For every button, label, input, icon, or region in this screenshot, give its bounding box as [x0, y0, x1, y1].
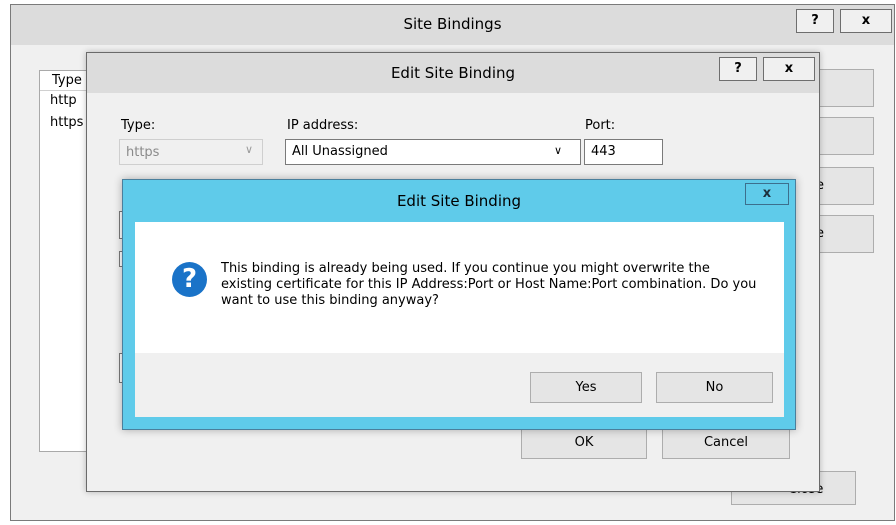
- edit-binding-titlebar[interactable]: Edit Site Binding ? x: [87, 53, 819, 93]
- confirm-body: ? This binding is already being used. If…: [135, 222, 784, 353]
- no-button[interactable]: No: [656, 372, 773, 403]
- ok-button[interactable]: OK: [521, 427, 647, 459]
- confirm-title: Edit Site Binding: [396, 192, 522, 210]
- port-label: Port:: [585, 118, 616, 133]
- ip-address-select[interactable]: All Unassigned: [285, 139, 581, 165]
- port-input[interactable]: 443: [584, 139, 663, 165]
- site-bindings-close-button[interactable]: x: [840, 9, 892, 33]
- chevron-down-icon: ∨: [245, 143, 254, 156]
- cancel-button[interactable]: Cancel: [662, 427, 790, 459]
- edit-binding-title: Edit Site Binding: [390, 64, 516, 82]
- ip-address-label: IP address:: [287, 118, 359, 133]
- type-select[interactable]: https: [119, 139, 263, 165]
- edit-binding-help-button[interactable]: ?: [719, 57, 757, 81]
- binding-conflict-dialog: Edit Site Binding x ? This binding is al…: [122, 179, 796, 430]
- chevron-down-icon[interactable]: ∨: [554, 144, 562, 157]
- site-bindings-titlebar[interactable]: Site Bindings ? x: [11, 5, 894, 45]
- site-bindings-title: Site Bindings: [403, 15, 502, 33]
- site-bindings-help-button[interactable]: ?: [796, 9, 834, 33]
- yes-button[interactable]: Yes: [530, 372, 642, 403]
- confirm-close-button[interactable]: x: [745, 183, 789, 205]
- confirm-message: This binding is already being used. If y…: [221, 261, 757, 308]
- edit-binding-close-button[interactable]: x: [763, 57, 815, 81]
- confirm-footer: Yes No: [135, 353, 784, 417]
- question-icon: ?: [172, 262, 207, 297]
- type-label: Type:: [121, 118, 156, 133]
